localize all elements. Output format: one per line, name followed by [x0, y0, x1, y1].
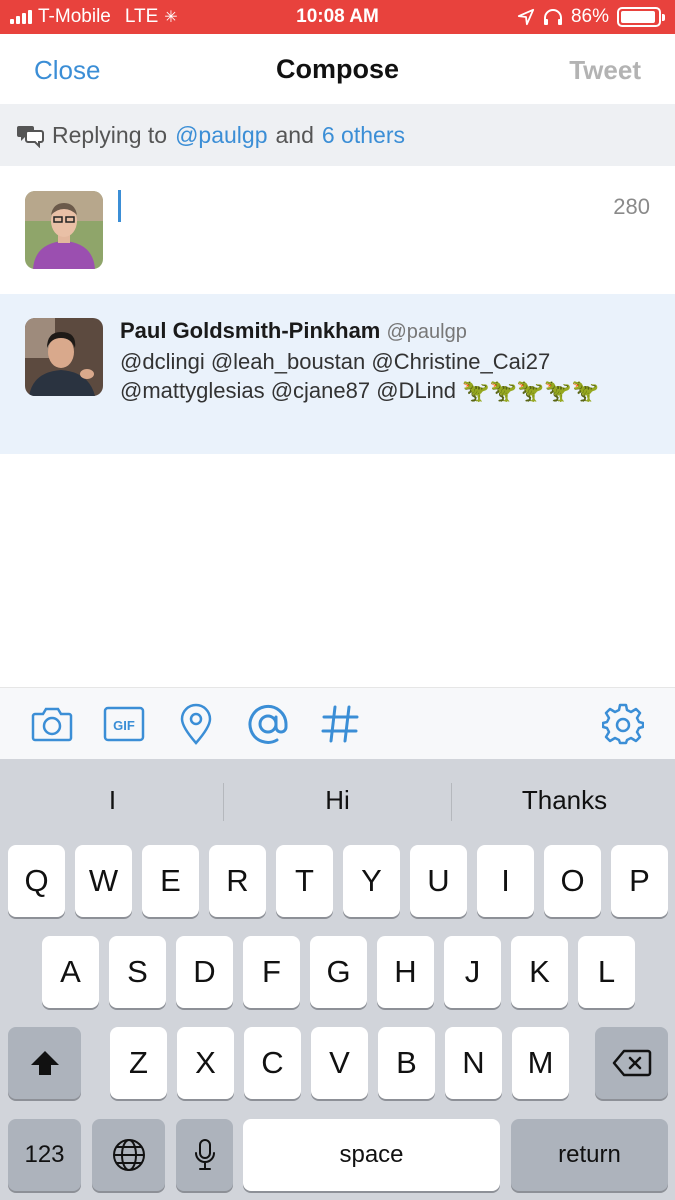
tweet-composer[interactable]: 280 — [0, 166, 675, 294]
reply-prefix: Replying to — [52, 121, 168, 148]
return-key[interactable]: return — [511, 1119, 668, 1191]
keyboard: I Hi Thanks QWERTYUIOP ASDFGHJKL ZXCVBNM… — [0, 759, 675, 1200]
battery-icon — [617, 7, 665, 27]
headphones-icon — [543, 9, 562, 25]
key-s[interactable]: S — [109, 936, 166, 1008]
key-b[interactable]: B — [378, 1027, 435, 1099]
key-z[interactable]: Z — [110, 1027, 167, 1099]
status-bar: T-Mobile LTE ✳ 10:08 AM 86% — [0, 0, 675, 34]
reply-others-link[interactable]: 6 others — [322, 122, 405, 149]
key-y[interactable]: Y — [343, 845, 400, 917]
compose-header: Close Compose Tweet — [0, 34, 675, 104]
location-pin-icon[interactable] — [174, 702, 218, 746]
key-l[interactable]: L — [578, 936, 635, 1008]
conversation-icon — [17, 126, 44, 148]
reply-and: and — [275, 121, 314, 148]
microphone-icon[interactable] — [176, 1119, 233, 1191]
key-m[interactable]: M — [512, 1027, 569, 1099]
hashtag-icon[interactable] — [318, 702, 362, 746]
gif-label: GIF — [113, 718, 135, 733]
suggestion-1[interactable]: I — [0, 785, 225, 816]
reply-banner: Replying to @paulgp and 6 others — [0, 104, 675, 166]
key-j[interactable]: J — [444, 936, 501, 1008]
key-c[interactable]: C — [244, 1027, 301, 1099]
key-x[interactable]: X — [177, 1027, 234, 1099]
battery-percent: 86% — [570, 6, 609, 27]
key-u[interactable]: U — [410, 845, 467, 917]
gear-icon[interactable] — [601, 702, 645, 746]
text-cursor — [118, 190, 121, 222]
replied-tweet-content: Paul Goldsmith-Pinkham @paulgp @dclingi … — [120, 316, 650, 405]
tweet-body: @dclingi @leah_boustan @Christine_Cai27 … — [120, 349, 600, 403]
key-e[interactable]: E — [142, 845, 199, 917]
location-arrow-icon — [517, 8, 535, 26]
compose-screen: { "status_bar": { "carrier": "T-Mobile",… — [0, 0, 675, 1200]
key-n[interactable]: N — [445, 1027, 502, 1099]
globe-icon[interactable] — [92, 1119, 165, 1191]
key-d[interactable]: D — [176, 936, 233, 1008]
user-avatar — [25, 191, 103, 269]
camera-icon[interactable] — [30, 702, 74, 746]
space-key[interactable]: space — [243, 1119, 500, 1191]
predictive-bar: I Hi Thanks — [0, 759, 675, 845]
key-k[interactable]: K — [511, 936, 568, 1008]
key-v[interactable]: V — [311, 1027, 368, 1099]
character-counter: 280 — [613, 194, 650, 219]
key-t[interactable]: T — [276, 845, 333, 917]
key-f[interactable]: F — [243, 936, 300, 1008]
numbers-key[interactable]: 123 — [8, 1119, 81, 1191]
tweet-author-name: Paul Goldsmith-Pinkham — [120, 318, 381, 343]
at-sign-icon[interactable] — [246, 702, 290, 746]
tweet-author-avatar — [25, 318, 103, 396]
key-o[interactable]: O — [544, 845, 601, 917]
key-g[interactable]: G — [310, 936, 367, 1008]
tweet-author-handle: @paulgp — [386, 321, 467, 343]
key-r[interactable]: R — [209, 845, 266, 917]
suggestion-3[interactable]: Thanks — [452, 785, 675, 816]
key-p[interactable]: P — [611, 845, 668, 917]
shift-key[interactable] — [8, 1027, 81, 1099]
tweet-button[interactable]: Tweet — [569, 55, 641, 86]
backspace-key[interactable] — [595, 1027, 668, 1099]
reply-handle-link[interactable]: @paulgp — [175, 122, 267, 149]
key-w[interactable]: W — [75, 845, 132, 917]
compose-toolbar: GIF — [0, 687, 675, 759]
gif-icon[interactable]: GIF — [102, 702, 146, 746]
replied-tweet: Paul Goldsmith-Pinkham @paulgp @dclingi … — [0, 294, 675, 454]
suggestion-divider — [223, 783, 224, 821]
key-h[interactable]: H — [377, 936, 434, 1008]
key-a[interactable]: A — [42, 936, 99, 1008]
suggestion-2[interactable]: Hi — [225, 785, 450, 816]
key-q[interactable]: Q — [8, 845, 65, 917]
key-i[interactable]: I — [477, 845, 534, 917]
